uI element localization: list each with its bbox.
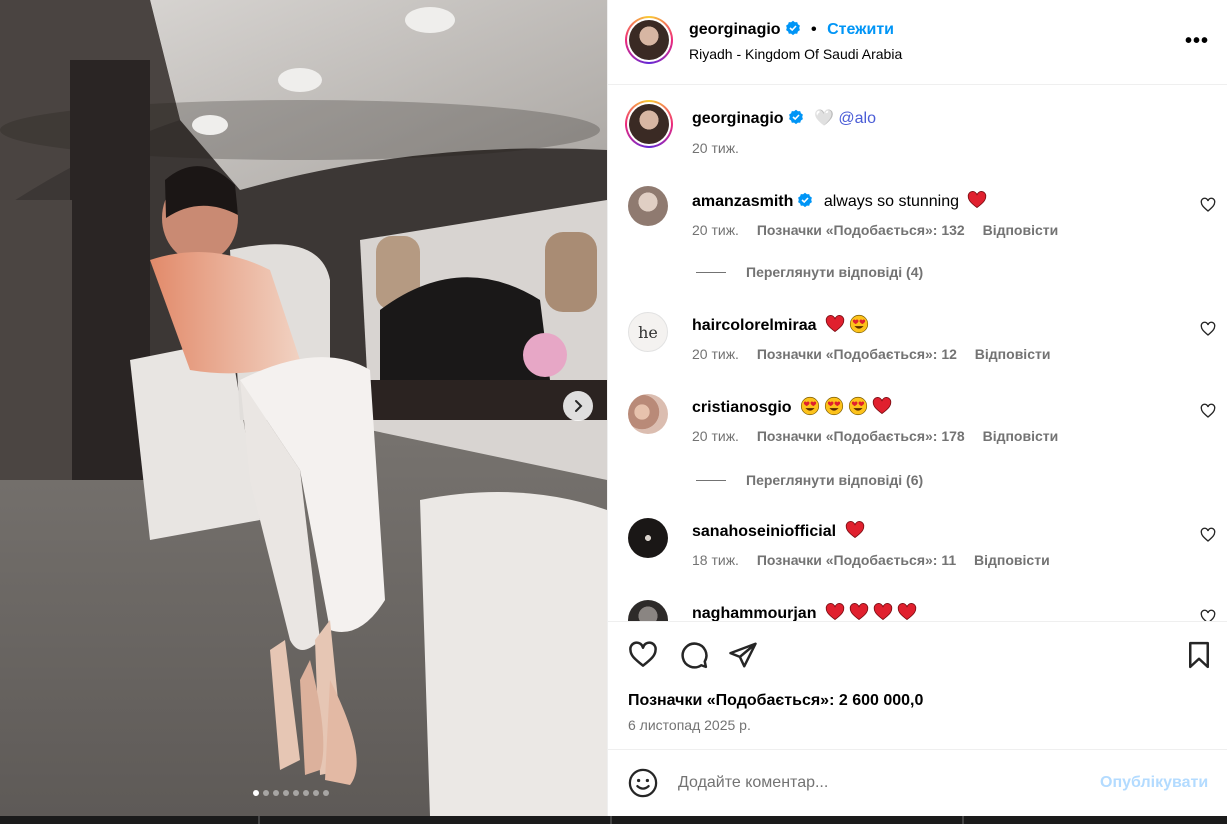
carousel-dot: [253, 790, 259, 796]
carousel-dot: [283, 790, 289, 796]
heart-eyes-emoji-icon: [848, 396, 868, 416]
reply-button[interactable]: Відповісти: [974, 552, 1050, 568]
comment-bubble-icon[interactable]: [679, 640, 709, 670]
post-location[interactable]: Riyadh - Kingdom Of Saudi Arabia: [689, 46, 902, 62]
like-comment-heart-icon[interactable]: [1200, 609, 1216, 621]
comment-age: 20 тиж.: [692, 428, 739, 444]
save-bookmark-icon[interactable]: [1184, 640, 1214, 670]
separator-dot: •: [811, 21, 817, 38]
view-replies-button[interactable]: Переглянути відповіді (4): [696, 264, 923, 280]
next-slide-button[interactable]: [563, 391, 593, 421]
comment-likes[interactable]: Позначки «Подобається»: 12: [757, 346, 957, 362]
red-heart-emoji-icon: [845, 521, 864, 539]
comment-username[interactable]: naghammourjan: [692, 605, 816, 621]
commenter-avatar[interactable]: [628, 518, 668, 558]
caption-avatar[interactable]: [625, 100, 673, 148]
caption-age: 20 тиж.: [692, 140, 739, 156]
comments-list[interactable]: georginagio 🤍 @alo 20 тиж. amanzasmith a…: [608, 86, 1227, 621]
commenter-avatar[interactable]: [628, 186, 668, 226]
comment-item: he haircolorelmiraa 20 тиж. Позначки «По…: [608, 312, 1227, 372]
commenter-avatar[interactable]: [628, 600, 668, 621]
comment-item: sanahoseiniofficial 18 тиж. Позначки «По…: [608, 518, 1227, 578]
commenter-avatar[interactable]: he: [628, 312, 668, 352]
comment-age: 20 тиж.: [692, 222, 739, 238]
comment-input[interactable]: [678, 770, 1078, 796]
heart-eyes-emoji-icon: [824, 396, 844, 416]
comment-item: cristianosgio 20 тиж. Позначки «Подобаєт…: [608, 394, 1227, 484]
more-options-icon[interactable]: •••: [1185, 30, 1209, 53]
photo-scene: [0, 0, 607, 816]
comment-composer: Опублікувати: [608, 750, 1227, 816]
comment-likes[interactable]: Позначки «Подобається»: 178: [757, 428, 965, 444]
comment-likes[interactable]: Позначки «Подобається»: 11: [757, 552, 956, 568]
red-heart-emoji-icon: [968, 191, 987, 209]
reply-button[interactable]: Відповісти: [983, 428, 1059, 444]
like-heart-icon[interactable]: [628, 640, 658, 670]
post-actions: Позначки «Подобається»: 2 600 000,0 6 ли…: [608, 621, 1227, 750]
caption-username[interactable]: georginagio: [692, 110, 784, 127]
red-heart-emoji-icon: [873, 603, 893, 621]
carousel-dot: [313, 790, 319, 796]
caption-glyph: 🤍: [814, 110, 834, 127]
like-comment-heart-icon[interactable]: [1200, 321, 1216, 337]
follow-button[interactable]: Стежити: [827, 21, 894, 38]
post-sidebar: georginagio • Стежити Riyadh - Kingdom O…: [607, 0, 1227, 816]
like-comment-heart-icon[interactable]: [1200, 403, 1216, 419]
red-heart-emoji-icon: [825, 603, 845, 621]
post-date[interactable]: 6 листопад 2025 р.: [628, 717, 751, 733]
view-replies-button[interactable]: Переглянути відповіді (6): [696, 472, 923, 488]
red-heart-emoji-icon: [897, 603, 917, 621]
red-heart-emoji-icon: [872, 397, 892, 415]
comment-item: amanzasmith always so stunning 20 тиж. П…: [608, 186, 1227, 276]
verified-badge-icon: [785, 20, 800, 36]
reply-button[interactable]: Відповісти: [975, 346, 1051, 362]
author-avatar[interactable]: [625, 16, 673, 64]
publish-button[interactable]: Опублікувати: [1100, 774, 1208, 792]
comment-username[interactable]: cristianosgio: [692, 399, 792, 416]
carousel-dot: [293, 790, 299, 796]
red-heart-emoji-icon: [849, 603, 869, 621]
carousel-dot: [273, 790, 279, 796]
comment-text: always so stunning: [823, 193, 960, 210]
red-heart-emoji-icon: [825, 315, 845, 333]
comment-age: 20 тиж.: [692, 346, 739, 362]
likes-count[interactable]: Позначки «Подобається»: 2 600 000,0: [628, 692, 923, 710]
carousel-dots: [253, 790, 329, 796]
heart-eyes-emoji-icon: [800, 396, 820, 416]
comment-username[interactable]: amanzasmith: [692, 193, 793, 210]
comment-age: 18 тиж.: [692, 552, 739, 568]
carousel-dot: [323, 790, 329, 796]
comment-username[interactable]: sanahoseiniofficial: [692, 523, 836, 540]
carousel-dot: [303, 790, 309, 796]
post-photo[interactable]: [0, 0, 607, 816]
carousel-dot: [263, 790, 269, 796]
comment-username[interactable]: haircolorelmiraa: [692, 317, 817, 334]
comment-item: naghammourjan: [608, 600, 1227, 621]
commenter-avatar[interactable]: [628, 394, 668, 434]
share-send-icon[interactable]: [728, 640, 758, 670]
verified-badge-icon: [798, 192, 813, 208]
like-comment-heart-icon[interactable]: [1200, 527, 1216, 543]
bottom-grid-strip: [0, 816, 1227, 824]
comment-likes[interactable]: Позначки «Подобається»: 132: [757, 222, 965, 238]
caption-mention[interactable]: @alo: [838, 110, 876, 127]
reply-button[interactable]: Відповісти: [983, 222, 1059, 238]
like-comment-heart-icon[interactable]: [1200, 197, 1216, 213]
author-username[interactable]: georginagio: [689, 21, 781, 38]
caption: georginagio 🤍 @alo 20 тиж.: [608, 100, 1227, 160]
heart-eyes-emoji-icon: [849, 314, 869, 334]
verified-badge-icon: [788, 109, 803, 125]
emoji-picker-icon[interactable]: [628, 768, 658, 798]
chevron-right-icon: [575, 400, 583, 412]
post-header: georginagio • Стежити Riyadh - Kingdom O…: [608, 0, 1227, 85]
